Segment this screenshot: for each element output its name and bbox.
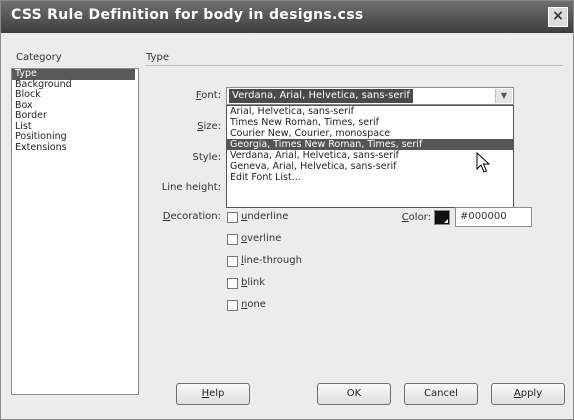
line-through-checkbox[interactable] xyxy=(227,256,238,267)
dialog-title: CSS Rule Definition for body in designs.… xyxy=(11,7,364,23)
line-through-label[interactable]: line-through xyxy=(241,255,302,266)
close-icon: × xyxy=(552,8,564,24)
decoration-label: Decoration: xyxy=(162,211,221,222)
blink-checkbox[interactable] xyxy=(227,278,238,289)
apply-button[interactable]: Apply xyxy=(491,383,565,405)
cancel-button[interactable]: Cancel xyxy=(404,383,478,405)
font-select[interactable]: Verdana, Arial, Helvetica, sans-serif ▼ xyxy=(226,87,514,105)
category-item-positioning[interactable]: Positioning xyxy=(12,131,138,143)
font-option[interactable]: Arial, Helvetica, sans-serif xyxy=(227,106,513,117)
title-bar[interactable]: CSS Rule Definition for body in designs.… xyxy=(1,1,573,33)
help-button[interactable]: Help xyxy=(176,383,250,405)
none-checkbox[interactable] xyxy=(227,300,238,311)
line-height-label: Line height: xyxy=(161,182,221,193)
overline-label[interactable]: overline xyxy=(241,233,281,244)
font-option[interactable]: Verdana, Arial, Helvetica, sans-serif xyxy=(227,150,513,161)
color-picker-swatch[interactable] xyxy=(434,210,450,225)
close-button[interactable]: × xyxy=(548,7,568,27)
size-label: Size: xyxy=(197,121,221,132)
style-label: Style: xyxy=(192,152,222,163)
font-label: Font: xyxy=(195,90,221,101)
category-item-extensions[interactable]: Extensions xyxy=(12,142,138,154)
blink-label[interactable]: blink xyxy=(241,277,265,288)
header-divider xyxy=(145,65,563,66)
category-list[interactable]: Type Background Block Box Border List Po… xyxy=(11,68,139,395)
color-label: Color: xyxy=(401,212,431,223)
overline-checkbox[interactable] xyxy=(227,234,238,245)
category-item-type[interactable]: Type xyxy=(12,68,135,80)
none-label[interactable]: none xyxy=(241,299,266,310)
category-item-block[interactable]: Block xyxy=(12,89,138,101)
ok-button[interactable]: OK xyxy=(317,383,391,405)
category-item-border[interactable]: Border xyxy=(12,110,138,122)
font-dropdown-list[interactable]: Arial, Helvetica, sans-serif Times New R… xyxy=(226,105,514,208)
font-option[interactable]: Courier New, Courier, monospace xyxy=(227,128,513,139)
font-option-highlighted[interactable]: Georgia, Times New Roman, Times, serif xyxy=(227,139,513,150)
color-input[interactable]: #000000 xyxy=(455,207,532,227)
category-header: Category xyxy=(16,52,62,63)
underline-label[interactable]: underline xyxy=(241,211,288,222)
css-rule-dialog: CSS Rule Definition for body in designs.… xyxy=(0,0,574,420)
type-header: Type xyxy=(146,52,169,63)
underline-checkbox[interactable] xyxy=(227,212,238,223)
font-select-value: Verdana, Arial, Helvetica, sans-serif xyxy=(229,89,413,103)
mouse-pointer-icon xyxy=(476,152,490,173)
font-option[interactable]: Times New Roman, Times, serif xyxy=(227,117,513,128)
edit-font-list-option[interactable]: Edit Font List... xyxy=(227,172,513,183)
chevron-down-icon[interactable]: ▼ xyxy=(495,89,512,103)
font-option[interactable]: Geneva, Arial, Helvetica, sans-serif xyxy=(227,161,513,172)
